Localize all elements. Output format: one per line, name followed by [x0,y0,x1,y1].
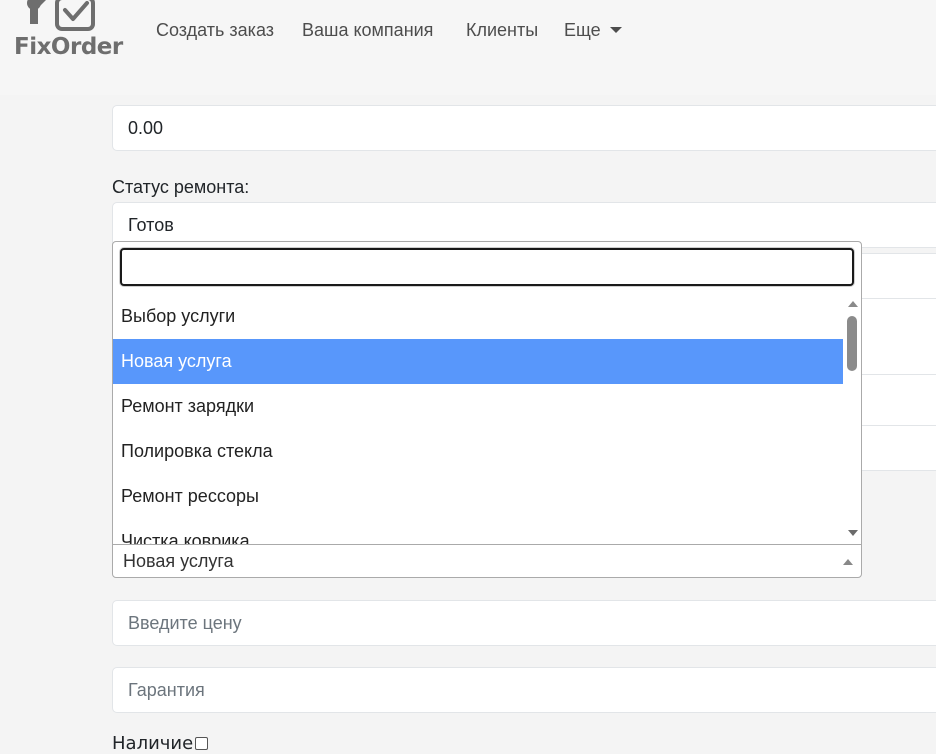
caret-down-icon [609,27,622,33]
scroll-thumb[interactable] [847,316,857,371]
navbar: FixOrder Создать заказ Ваша компания Кли… [0,0,936,95]
fixorder-logo[interactable]: FixOrder [12,0,123,70]
service-option[interactable]: Полировка стекла [113,429,843,474]
service-search-input[interactable] [120,248,854,286]
warranty-input[interactable]: Гарантия [112,667,936,713]
service-dropdown: Выбор услуги Новая услуга Ремонт зарядки… [112,241,862,545]
scroll-up-arrow-icon[interactable] [848,301,858,307]
logo-text: FixOrder [14,34,123,60]
amount-field[interactable]: 0.00 [112,105,936,151]
service-option[interactable]: Ремонт зарядки [113,384,843,429]
service-select[interactable]: Новая услуга [112,544,862,578]
service-selected-value: Новая услуга [123,551,234,571]
availability-checkbox[interactable] [195,737,208,750]
nav-more-dropdown[interactable]: Еще [564,20,622,41]
price-input[interactable]: Введите цену [112,600,936,646]
nav-clients[interactable]: Клиенты [466,20,538,41]
dropdown-scrollbar[interactable] [844,294,861,544]
service-option-highlighted[interactable]: Новая услуга [113,339,843,384]
nav-your-company[interactable]: Ваша компания [302,20,433,41]
service-options-list: Выбор услуги Новая услуга Ремонт зарядки… [113,294,843,544]
repair-status-label: Статус ремонта: [112,177,250,197]
nav-more-label: Еще [564,20,601,40]
service-option[interactable]: Чистка коврика [113,519,843,544]
availability-label: Наличие [112,733,194,754]
service-option[interactable]: Ремонт рессоры [113,474,843,519]
service-option[interactable]: Выбор услуги [113,294,843,339]
scroll-down-arrow-icon[interactable] [848,530,858,536]
nav-create-order[interactable]: Создать заказ [156,20,274,41]
warranty-placeholder: Гарантия [128,680,205,700]
chevron-up-icon [843,559,853,565]
price-placeholder: Введите цену [128,613,242,633]
